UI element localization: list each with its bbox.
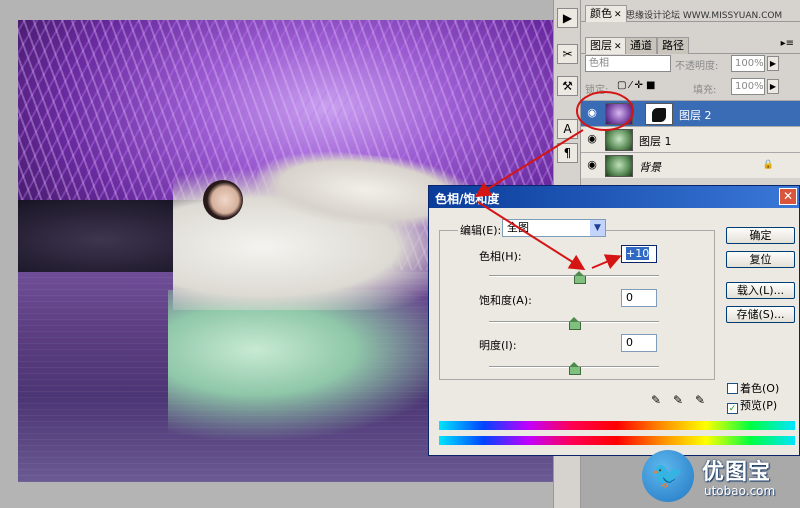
hue-slider-thumb[interactable] xyxy=(573,271,586,284)
model-head-figure xyxy=(203,180,243,220)
brand-name: 优图宝 xyxy=(702,460,772,485)
checkbox-box[interactable]: ✓ xyxy=(727,403,738,414)
edit-label: 编辑(E): xyxy=(458,222,504,238)
brush-tool-icon[interactable]: ✂ xyxy=(557,44,578,64)
opacity-label: 不透明度: xyxy=(675,61,719,72)
checkbox-box[interactable] xyxy=(727,383,738,394)
opacity-input[interactable]: 100% xyxy=(731,55,765,72)
dialog-title: 色相/饱和度 xyxy=(429,186,799,208)
fill-label: 填充: xyxy=(693,85,717,96)
lightness-slider-thumb[interactable] xyxy=(569,362,581,375)
character-icon[interactable]: A xyxy=(557,119,578,139)
blend-mode-select[interactable]: 色相 xyxy=(585,55,671,72)
layer-thumbnail xyxy=(605,155,633,177)
layers-panel-tabbar: 图层 ✕ 通道 路径 ▸≡ xyxy=(581,34,800,54)
input-color-bar xyxy=(439,421,795,430)
paragraph-icon[interactable]: ¶ xyxy=(557,143,578,163)
close-icon[interactable]: ✕ xyxy=(779,188,797,205)
lightness-label: 明度(I): xyxy=(479,339,517,352)
edit-range-select[interactable]: 全图 ▼ xyxy=(502,219,606,237)
layer-row-layer2[interactable]: ◉ 图层 2 xyxy=(581,100,800,126)
eye-icon[interactable]: ◉ xyxy=(585,158,599,172)
close-icon[interactable]: ✕ xyxy=(614,10,622,20)
tab-color[interactable]: 颜色 ✕ xyxy=(585,5,627,22)
opacity-arrow-icon[interactable]: ▶ xyxy=(767,56,779,71)
lock-icon: 🔒 xyxy=(762,160,774,170)
fill-arrow-icon[interactable]: ▶ xyxy=(767,79,779,94)
eyedropper-minus-icon[interactable]: ✎ xyxy=(695,393,705,407)
preview-checkbox[interactable]: ✓ 预览(P) xyxy=(727,397,777,414)
layer-thumbnail xyxy=(605,129,633,151)
layers-panel-group: 颜色 ✕ 思缘设计论坛 WWW.MISSYUAN.COM 图层 ✕ 通道 路径 ▸≡… xyxy=(581,0,800,185)
panel-menu-icon[interactable]: ▸≡ xyxy=(781,38,794,49)
output-color-bar xyxy=(439,436,795,445)
layer-name[interactable]: 图层 2 xyxy=(679,107,712,123)
layer-mask-thumbnail[interactable] xyxy=(645,103,673,125)
brand-url: utobao.com xyxy=(704,484,776,498)
load-button[interactable]: 载入(L)... xyxy=(726,282,795,299)
colorize-checkbox[interactable]: 着色(O) xyxy=(727,380,779,396)
save-button[interactable]: 存储(S)... xyxy=(726,306,795,323)
stamp-tool-icon[interactable]: ⚒ xyxy=(557,76,578,96)
hue-saturation-dialog: 色相/饱和度 ✕ 编辑(E): 全图 ▼ 色相(H): +10 饱和度(A): … xyxy=(428,185,800,456)
saturation-label: 饱和度(A): xyxy=(479,294,532,307)
lock-icons[interactable]: ▢ ⁄ ✛ ■ xyxy=(617,80,655,91)
eye-icon[interactable]: ◉ xyxy=(585,106,599,120)
layer-row-background[interactable]: ◉ 背景 🔒 xyxy=(581,152,800,178)
hue-label: 色相(H): xyxy=(479,250,522,263)
color-panel-tabbar: 颜色 ✕ 思缘设计论坛 WWW.MISSYUAN.COM xyxy=(581,2,800,22)
layer-options: 色相 不透明度: 100% ▶ 锁定: ▢ ⁄ ✛ ■ 填充: 100% ▶ xyxy=(581,52,800,98)
forum-watermark: 思缘设计论坛 WWW.MISSYUAN.COM xyxy=(626,11,783,21)
eyedropper-plus-icon[interactable]: ✎ xyxy=(673,393,683,407)
brand-watermark: 🐦 优图宝 utobao.com xyxy=(632,450,800,508)
chevron-down-icon[interactable]: ▼ xyxy=(590,220,605,236)
fill-input[interactable]: 100% xyxy=(731,78,765,95)
layer-name[interactable]: 图层 1 xyxy=(639,133,672,149)
layer-name[interactable]: 背景 xyxy=(639,159,661,175)
layer-thumbnail xyxy=(605,103,633,125)
ok-button[interactable]: 确定 xyxy=(726,227,795,244)
close-icon[interactable]: ✕ xyxy=(614,42,622,52)
lock-label: 锁定: xyxy=(585,85,609,96)
layer-row-layer1[interactable]: ◉ 图层 1 xyxy=(581,126,800,152)
bird-logo-icon: 🐦 xyxy=(642,450,694,502)
saturation-input[interactable]: 0 xyxy=(621,289,657,307)
reset-button[interactable]: 复位 xyxy=(726,251,795,268)
saturation-slider-thumb[interactable] xyxy=(569,317,581,330)
eye-icon[interactable]: ◉ xyxy=(585,132,599,146)
lightness-input[interactable]: 0 xyxy=(621,334,657,352)
dress-reflection xyxy=(168,290,458,440)
eyedropper-icon[interactable]: ✎ xyxy=(651,393,661,407)
play-icon[interactable]: ▶ xyxy=(557,8,578,28)
hue-input[interactable]: +10 xyxy=(621,245,657,263)
